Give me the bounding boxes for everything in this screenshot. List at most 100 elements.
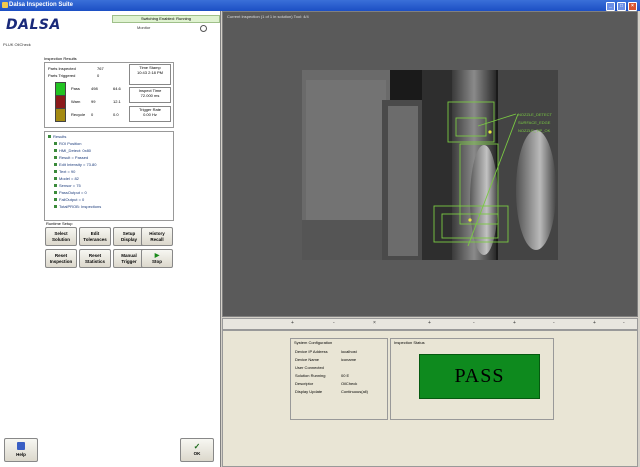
right-panel: Current Inspection (1 of 1 in solution) … — [222, 11, 640, 467]
button-line2: Recall — [150, 237, 164, 242]
help-button[interactable]: Help — [4, 438, 38, 462]
time-stamp-value: 10:43 2:18 PM — [136, 70, 164, 75]
inspection-image-svg — [302, 70, 558, 260]
tree-item[interactable]: Model = 82 — [54, 176, 79, 181]
button-line2: Solution — [52, 237, 70, 242]
ruler-mark[interactable]: × — [373, 320, 376, 326]
config-value: iconame — [341, 357, 357, 362]
minimize-button[interactable]: _ — [606, 2, 615, 11]
tree-item[interactable]: Results — [47, 134, 66, 139]
runtime-setup-label: Runtime Setup — [46, 221, 73, 226]
check-icon: ✓ — [193, 442, 201, 451]
system-configuration-box: System Configuration Device IP Address l… — [290, 338, 388, 420]
ruler-mark[interactable]: - — [333, 320, 335, 326]
button-line2: Tolerances — [83, 237, 107, 242]
parts-inspected-value: 767 — [97, 66, 104, 71]
help-icon — [17, 442, 25, 450]
tree-item[interactable]: PassOutput = 0 — [54, 190, 87, 195]
warn-label: Warn — [71, 99, 81, 104]
config-key: Device IP Address — [295, 349, 328, 354]
ruler-mark[interactable]: + — [428, 320, 431, 326]
dalsa-logo: DALSA — [6, 17, 61, 33]
window-title: Dalsa Inspection Suite — [9, 2, 74, 8]
tree-item[interactable]: TotalPROB: Inspections — [53, 204, 101, 209]
config-value: Continuous(all) — [341, 389, 368, 394]
tree-item[interactable]: Edit Intensity = 73.80 — [53, 162, 96, 167]
config-key: Display Update — [295, 389, 323, 394]
button-line2: Inspection — [49, 259, 73, 264]
image-toolbar-ruler[interactable]: + - × + - + - + - — [222, 318, 638, 330]
edit-tolerances-button[interactable]: Edit Tolerances — [79, 227, 111, 246]
close-button[interactable]: × — [628, 2, 637, 11]
recycle-count: 0 — [91, 112, 94, 117]
annotation-label: SURFACE_EDGE — [518, 120, 551, 125]
trigger-rate-value: 0.00 Hz — [143, 112, 157, 117]
stop-button[interactable]: ▶ Stop — [141, 249, 173, 268]
recycle-percent: 0.0 — [113, 112, 119, 117]
tree-item[interactable]: Text = 90 — [53, 169, 75, 174]
trigger-rate-box: Trigger Rate 0.00 Hz — [129, 106, 171, 122]
mode-label: Monitor — [137, 25, 151, 30]
inspection-status-label: Inspection Status — [394, 340, 425, 345]
tree-item[interactable]: Sensor = 75 — [54, 183, 81, 188]
history-recall-button[interactable]: History Recall — [141, 227, 173, 246]
recycle-color-swatch — [55, 108, 66, 122]
ruler-mark[interactable]: - — [473, 320, 475, 326]
warn-count: 99 — [91, 99, 96, 104]
button-line2: Display — [120, 237, 137, 242]
select-solution-button[interactable]: Select Solution — [45, 227, 77, 246]
inspect-time-value: 72.000 ms — [140, 93, 160, 98]
tree-item[interactable]: FailOutput = 0 — [53, 197, 84, 202]
config-value: 00 E — [341, 373, 350, 378]
results-tree[interactable]: Results ROI Position HMI_Detect: 0x80 Re… — [44, 131, 174, 221]
ruler-mark[interactable]: + — [593, 320, 596, 326]
system-configuration-label: System Configuration — [294, 340, 333, 345]
recycle-label: Recycle — [71, 112, 86, 117]
tree-item[interactable]: Result = Passed — [53, 155, 88, 160]
status-bar: Switching Enabled: Running — [112, 15, 220, 23]
tree-item[interactable]: HMI_Detect: 0x80 — [53, 148, 91, 153]
maximize-button[interactable]: □ — [617, 2, 626, 11]
config-key: Solution Running — [295, 373, 326, 378]
warn-color-swatch — [55, 95, 66, 109]
pass-label: Pass — [71, 86, 80, 91]
ok-label: OK — [193, 451, 201, 456]
status-panel: System Configuration Device IP Address l… — [222, 330, 638, 467]
ok-button[interactable]: ✓ OK — [180, 438, 214, 462]
reset-statistics-button[interactable]: Reset Statistics — [79, 249, 111, 268]
tree-item[interactable]: ROI Position — [53, 141, 81, 146]
pass-count: 498 — [91, 86, 98, 91]
inspection-image[interactable]: NOZZLE_DETECT SURFACE_EDGE NOZZLE_TIP_OK — [302, 70, 558, 260]
ruler-mark[interactable]: - — [623, 320, 625, 326]
time-stamp-box: Time Stamp 10:43 2:18 PM — [129, 64, 171, 85]
hostname-label: PLUK OilCheck — [3, 42, 31, 47]
annotation-label: NOZZLE_DETECT — [518, 112, 553, 117]
reset-inspection-button[interactable]: Reset Inspection — [45, 249, 77, 268]
ruler-mark[interactable]: + — [291, 320, 294, 326]
inspection-results-label: Inspection Results — [44, 56, 77, 61]
inspect-time-box: Inspect Time 72.000 ms — [129, 87, 171, 103]
ruler-mark[interactable]: + — [513, 320, 516, 326]
image-panel: Current Inspection (1 of 1 in solution) … — [222, 11, 638, 317]
parts-triggered-label: Parts Triggered — [48, 73, 76, 78]
pass-percent: 64.6 — [113, 86, 121, 91]
config-key: User Connected — [295, 365, 324, 370]
inspection-status-box: Inspection Status PASS — [390, 338, 554, 420]
image-header: Current Inspection (1 of 1 in solution) … — [227, 14, 309, 19]
ruler-mark[interactable]: - — [553, 320, 555, 326]
help-label: Help — [16, 452, 26, 457]
pin-icon[interactable] — [200, 25, 207, 32]
left-panel: DALSA PLUK OilCheck Switching Enabled: R… — [0, 11, 221, 467]
pass-color-swatch — [55, 82, 66, 96]
config-value: OilCheck — [341, 381, 358, 386]
annotation-label: NOZZLE_TIP_OK — [518, 128, 551, 133]
parts-inspected-label: Parts Inspected — [48, 66, 76, 71]
config-value: localhost — [341, 349, 357, 354]
button-line2: Statistics — [84, 259, 105, 264]
button-line2: Trigger — [121, 259, 137, 264]
pass-indicator: PASS — [419, 354, 540, 399]
app-icon — [2, 2, 8, 8]
title-bar: Dalsa Inspection Suite _ □ × — [0, 0, 640, 11]
config-key: Device Name — [295, 357, 320, 362]
warn-percent: 12.1 — [113, 99, 121, 104]
